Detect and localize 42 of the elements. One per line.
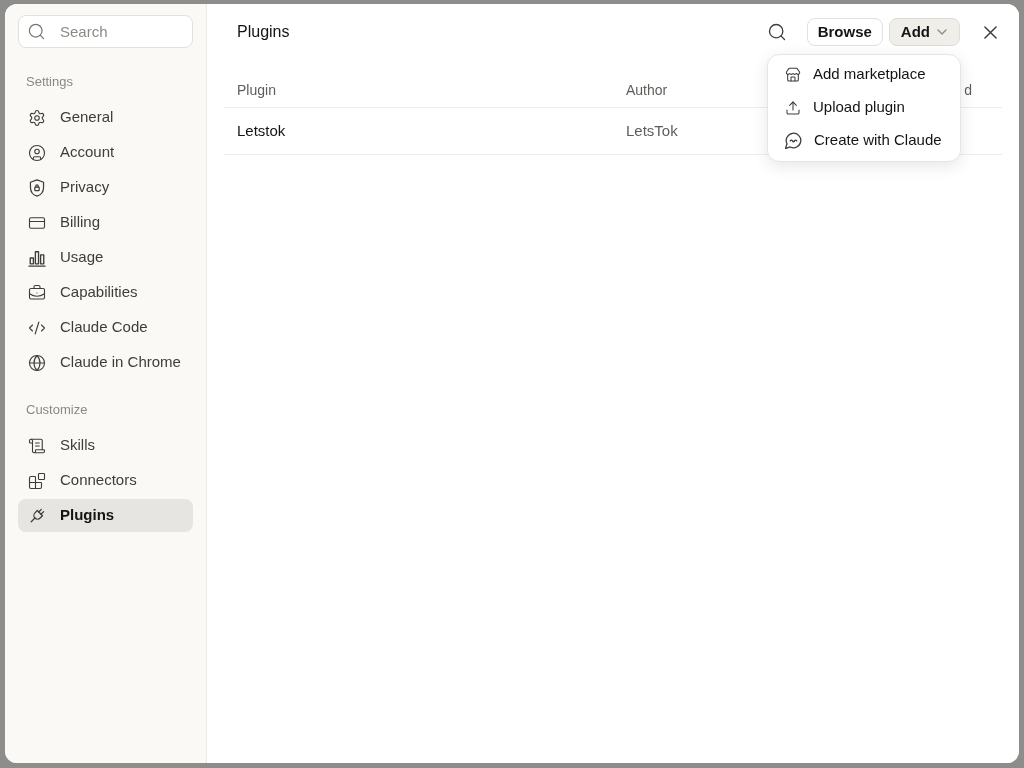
plug-icon — [28, 506, 46, 525]
browse-button[interactable]: Browse — [806, 18, 883, 46]
blocks-icon — [28, 471, 46, 490]
page-title: Plugins — [237, 22, 290, 42]
column-header: d — [964, 81, 972, 100]
code-icon — [28, 318, 46, 337]
sidebar-item[interactable]: Skills — [18, 429, 193, 462]
sidebar-item[interactable]: Capabilities — [18, 276, 193, 309]
globe-icon — [28, 353, 46, 372]
search-icon — [766, 22, 787, 42]
scroll-icon — [28, 436, 46, 455]
column-header: Plugin — [237, 81, 276, 100]
search-field[interactable]: Search — [18, 15, 193, 48]
section-label: Customize — [25, 402, 88, 418]
briefcase-icon — [28, 283, 46, 302]
sidebar-item[interactable]: Privacy — [18, 171, 193, 204]
table-cell-text: Letstok — [237, 120, 286, 141]
gear-icon — [28, 108, 46, 127]
chevron-down-icon — [937, 29, 947, 35]
menu-item[interactable]: Create with Claude — [772, 124, 956, 157]
add-dropdown-button[interactable]: Add — [888, 18, 960, 46]
column-header: Author — [626, 81, 668, 100]
sidebar-item[interactable]: Claude Code — [18, 311, 193, 344]
bar-chart-icon — [28, 248, 46, 267]
menu-item[interactable]: Add marketplace — [772, 58, 956, 91]
sidebar-item[interactable]: Billing — [18, 206, 193, 239]
sidebar-item[interactable]: Usage — [18, 241, 193, 274]
store-icon — [785, 66, 801, 83]
user-circle-icon — [28, 143, 46, 162]
sidebar-item[interactable]: Plugins — [18, 499, 193, 532]
menu-item[interactable]: Upload plugin — [772, 91, 956, 124]
upload-icon — [785, 99, 801, 116]
search-icon — [27, 22, 46, 41]
shield-lock-icon — [28, 178, 46, 197]
sidebar-item[interactable]: Account — [18, 136, 193, 169]
chat-bubble-icon — [785, 132, 802, 149]
sidebar-item[interactable]: Connectors — [18, 464, 193, 497]
close-icon — [983, 25, 997, 39]
sidebar-item[interactable]: Claude in Chrome — [18, 346, 193, 379]
section-label: Settings — [25, 74, 73, 90]
sidebar-item[interactable]: General — [18, 101, 193, 134]
table-cell-text: LetsTok — [626, 120, 678, 141]
